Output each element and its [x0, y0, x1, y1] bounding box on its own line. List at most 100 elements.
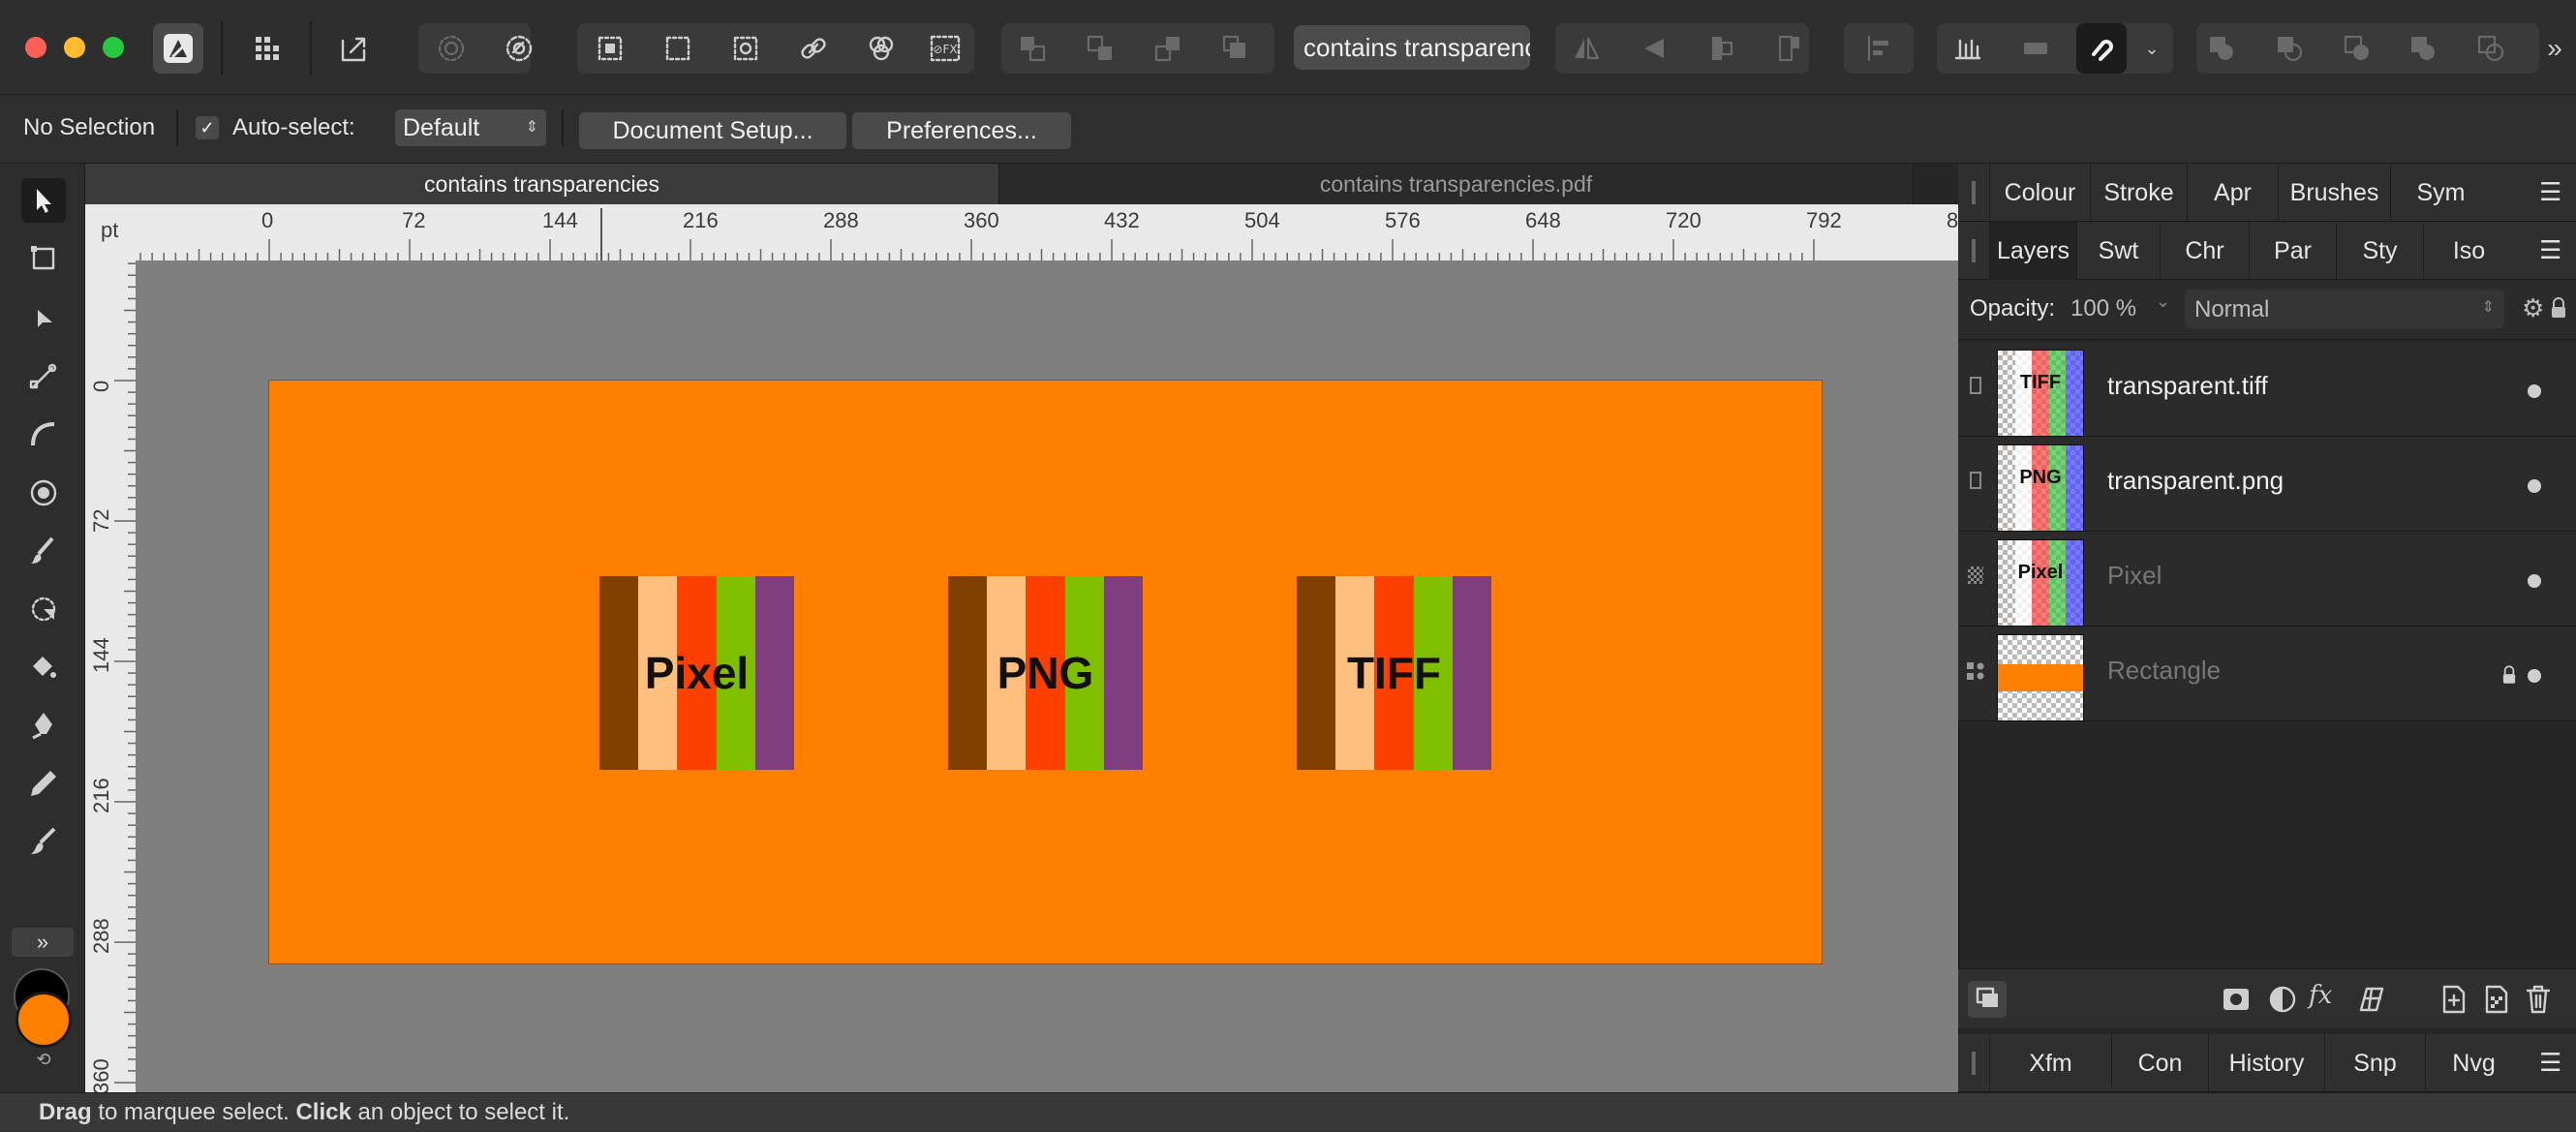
- pencil-tool-icon[interactable]: [21, 761, 66, 806]
- rotate-left-icon[interactable]: [1697, 23, 1747, 74]
- zoom-window-button[interactable]: [103, 37, 124, 58]
- paintbrush-tool-icon[interactable]: [21, 529, 66, 573]
- live-filter-icon[interactable]: [2355, 983, 2388, 1016]
- add-mask-icon[interactable]: [2220, 983, 2253, 1016]
- intersect-boolean-icon[interactable]: [2332, 23, 2382, 74]
- toggle-icon[interactable]: [2010, 23, 2061, 74]
- tab-snapshots[interactable]: Snp: [2324, 1034, 2425, 1092]
- panel-grip-icon[interactable]: [1972, 1052, 1976, 1075]
- panel-menu-icon[interactable]: ☰: [2539, 237, 2562, 264]
- tab-contains-transparencies[interactable]: contains transparencies: [85, 164, 999, 204]
- designer-persona-icon[interactable]: [153, 23, 203, 74]
- layer-row-rectangle[interactable]: Rectangle: [1958, 627, 2576, 721]
- select-all-icon[interactable]: [585, 23, 635, 74]
- tab-stroke[interactable]: Stroke: [2090, 164, 2187, 222]
- tab-styles[interactable]: Sty: [2336, 222, 2423, 280]
- document-setup-button[interactable]: Document Setup...: [579, 112, 846, 149]
- tab-contains-transparencies-pdf[interactable]: contains transparencies.pdf: [999, 164, 1914, 204]
- tab-symbols[interactable]: Sym: [2390, 164, 2491, 222]
- rotate-right-icon[interactable]: [1764, 23, 1815, 74]
- preferences-button[interactable]: Preferences...: [852, 112, 1071, 149]
- tab-colour[interactable]: Colour: [1989, 164, 2090, 222]
- tab-navigator[interactable]: Nvg: [2425, 1034, 2522, 1092]
- move-back-one-icon[interactable]: [1075, 23, 1125, 74]
- tab-history[interactable]: History: [2208, 1034, 2324, 1092]
- deselect-icon[interactable]: [653, 23, 703, 74]
- point-transform-tool-icon[interactable]: [21, 354, 66, 399]
- move-to-front-icon[interactable]: [1211, 23, 1261, 74]
- layer-row-pixel[interactable]: Pixel Pixel: [1958, 532, 2576, 627]
- flip-horizontal-icon[interactable]: [1561, 23, 1611, 74]
- vertical-ruler[interactable]: 0 72 144 216 288 360: [85, 260, 136, 1094]
- primary-color-swatch[interactable]: [15, 992, 72, 1048]
- minimize-window-button[interactable]: [64, 37, 85, 58]
- fill-tool-icon[interactable]: [21, 645, 66, 689]
- add-boolean-icon[interactable]: [2196, 23, 2247, 74]
- auto-select-checkbox[interactable]: ✓: [196, 116, 219, 139]
- gear-icon[interactable]: [426, 23, 476, 74]
- divide-boolean-icon[interactable]: [2466, 23, 2516, 74]
- move-forward-one-icon[interactable]: [1143, 23, 1193, 74]
- transform-origin-icon[interactable]: [1943, 23, 1993, 74]
- tab-isolation[interactable]: Iso: [2423, 222, 2514, 280]
- tab-character[interactable]: Chr: [2160, 222, 2249, 280]
- move-to-back-icon[interactable]: [1007, 23, 1058, 74]
- blend-mode-dropdown[interactable]: Normal ⇕: [2185, 290, 2504, 328]
- adjustment-icon[interactable]: [2266, 983, 2299, 1016]
- layer-row-transparent-tiff[interactable]: TIFF transparent.tiff: [1958, 342, 2576, 437]
- xor-boolean-icon[interactable]: [2398, 23, 2448, 74]
- search-field[interactable]: contains transparencies: [1294, 25, 1530, 70]
- snapping-dropdown-chevron-icon[interactable]: ⌄: [2138, 23, 2165, 74]
- expand-tools-chevron-icon[interactable]: »: [12, 928, 74, 957]
- png-image-swatch[interactable]: PNG: [948, 576, 1144, 770]
- subtract-boolean-icon[interactable]: [2264, 23, 2315, 74]
- panel-grip-icon[interactable]: [1972, 181, 1976, 204]
- pixel-image-swatch[interactable]: Pixel: [599, 576, 795, 770]
- visibility-dot-icon[interactable]: [2528, 669, 2541, 683]
- lock-icon[interactable]: [2551, 297, 2566, 319]
- corner-tool-icon[interactable]: [21, 413, 66, 457]
- visibility-dot-icon[interactable]: [2528, 574, 2541, 588]
- panel-menu-icon[interactable]: ☰: [2539, 179, 2562, 206]
- tab-transform[interactable]: Xfm: [1989, 1034, 2111, 1092]
- gear-icon[interactable]: ⚙: [2522, 293, 2544, 323]
- toolbar-overflow-chevron-icon[interactable]: »: [2537, 23, 2572, 74]
- pen-tool-icon[interactable]: [21, 703, 66, 748]
- vector-brush-tool-icon[interactable]: [21, 819, 66, 864]
- tab-constraints[interactable]: Con: [2111, 1034, 2208, 1092]
- opacity-chevron-icon[interactable]: ⌄: [2156, 291, 2170, 312]
- snapping-magnet-icon[interactable]: [2076, 23, 2127, 74]
- lock-icon[interactable]: [2502, 665, 2516, 685]
- fx-icon[interactable]: fx: [2309, 981, 2344, 1016]
- add-pixel-layer-icon[interactable]: [2481, 983, 2510, 1016]
- tiff-image-swatch[interactable]: TIFF: [1297, 576, 1492, 770]
- grid-apps-icon[interactable]: [242, 23, 292, 74]
- swap-colors-icon[interactable]: ⟲: [29, 1050, 58, 1069]
- close-window-button[interactable]: [25, 37, 46, 58]
- tab-layers[interactable]: Layers: [1989, 222, 2076, 280]
- opacity-value[interactable]: 100 %: [2070, 295, 2136, 322]
- link-icon[interactable]: [788, 23, 839, 74]
- no-fx-icon[interactable]: ⊘FX: [920, 23, 970, 74]
- select-same-icon[interactable]: [721, 23, 771, 74]
- trash-icon[interactable]: [2524, 983, 2553, 1016]
- panel-grip-icon[interactable]: [1972, 239, 1976, 262]
- node-tool-icon[interactable]: [21, 296, 66, 341]
- align-icon[interactable]: [1854, 23, 1904, 74]
- tab-appearance[interactable]: Apr: [2187, 164, 2278, 222]
- export-persona-icon[interactable]: [329, 23, 380, 74]
- tab-brushes[interactable]: Brushes: [2278, 164, 2390, 222]
- snapping-settings-icon[interactable]: [494, 23, 544, 74]
- flip-vertical-icon[interactable]: [1629, 23, 1679, 74]
- panel-menu-icon[interactable]: ☰: [2539, 1050, 2562, 1077]
- layer-row-transparent-png[interactable]: PNG transparent.png: [1958, 437, 2576, 532]
- blend-ranges-icon[interactable]: [856, 23, 906, 74]
- horizontal-ruler[interactable]: pt 072144216288360432504576648720792864: [85, 204, 1982, 260]
- tab-paragraph[interactable]: Par: [2249, 222, 2336, 280]
- auto-select-mode-dropdown[interactable]: Default ⇕: [395, 109, 546, 146]
- artboard-tool-icon[interactable]: [21, 236, 66, 281]
- marquee-shape-tool-icon[interactable]: [21, 587, 66, 631]
- layer-options-icon[interactable]: [1968, 981, 2007, 1018]
- contour-tool-icon[interactable]: [21, 471, 66, 515]
- visibility-dot-icon[interactable]: [2528, 479, 2541, 493]
